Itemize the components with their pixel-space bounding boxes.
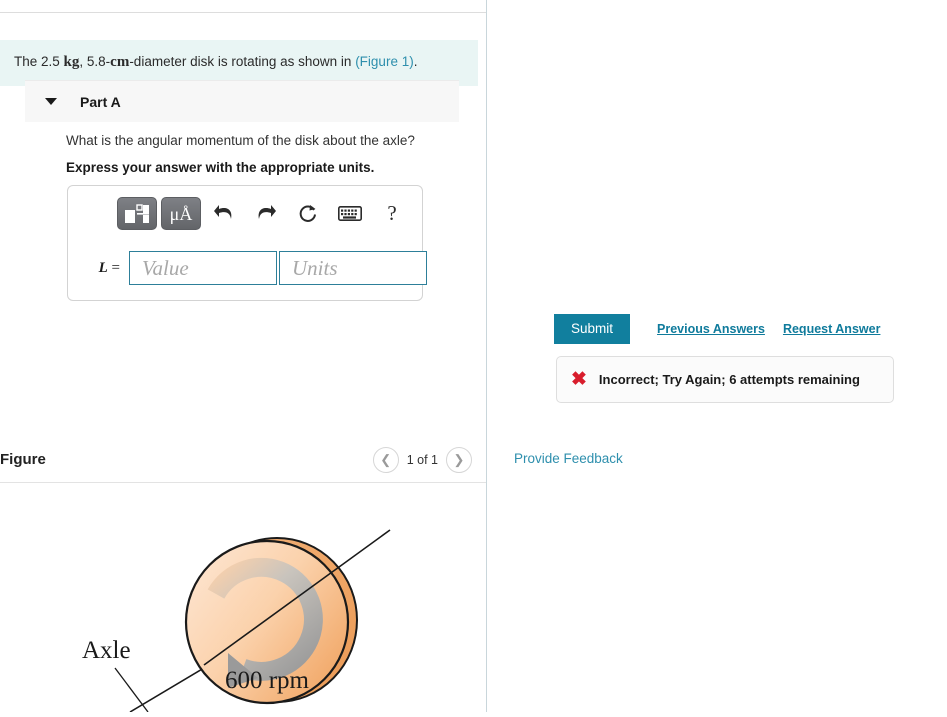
figure-next-button[interactable]: ❯ [446,447,472,473]
math-template-icon [125,203,149,223]
submit-row: Submit Previous Answers Request Answer [554,314,880,344]
chevron-left-icon: ❮ [380,452,392,467]
part-a-title: Part A [80,93,121,110]
statement-part-3: -diameter disk is rotating as shown in [129,54,352,69]
equals-sign: = [111,259,120,276]
figure-1-link[interactable]: (Figure 1) [355,54,414,69]
figure-header: Figure ❮ 1 of 1 ❯ [0,444,486,482]
value-placeholder: Value [142,255,189,280]
part-a-header[interactable]: Part A [25,80,459,122]
previous-answers-link[interactable]: Previous Answers [657,322,765,336]
rpm-label: 600 rpm [225,667,310,694]
disk-diagram-svg: 600 rpm Axle [82,529,391,713]
help-button[interactable]: ? [373,199,411,229]
figure-divider [0,482,486,483]
part-a-question: What is the angular momentum of the disk… [66,133,415,148]
undo-button[interactable] [205,199,243,229]
figure-prev-button[interactable]: ❮ [372,447,399,473]
figure-diagram: 600 rpm Axle [0,490,486,713]
units-input[interactable]: Units [279,251,427,285]
mass-unit: kg [63,54,80,70]
keyboard-button[interactable] [331,199,369,229]
problem-statement: The 2.5 kg, 5.8-cm-diameter disk is rota… [0,40,478,86]
micro-angstrom-icon: μÅ [169,203,193,224]
figure-title: Figure [0,451,46,468]
axle-label: Axle [82,637,131,664]
length-unit: cm [110,54,130,70]
top-divider [0,12,486,13]
redo-button[interactable] [247,199,285,229]
axle-leader-line [114,667,149,713]
help-question-icon: ? [387,201,397,225]
variable-label: L = [82,260,129,277]
provide-feedback-link[interactable]: Provide Feedback [514,451,623,466]
figure-page-label: 1 of 1 [406,453,438,467]
statement-part-2: , 5.8- [79,54,111,69]
redo-arrow-icon [258,204,276,219]
figure-pager: ❮ 1 of 1 ❯ [372,447,472,473]
reset-circle-icon [299,204,316,222]
submit-button[interactable]: Submit [554,314,631,344]
math-template-button[interactable] [117,197,157,230]
variable-name: L [98,259,108,276]
undo-arrow-icon [214,204,232,219]
reset-button[interactable] [289,199,327,229]
x-mark-icon: ✖ [571,369,587,390]
request-answer-link[interactable]: Request Answer [783,322,880,336]
keyboard-icon [338,206,362,221]
caret-down-icon[interactable] [45,98,57,105]
feedback-banner: ✖ Incorrect; Try Again; 6 attempts remai… [556,356,894,403]
statement-part-4: . [413,54,418,69]
value-input[interactable]: Value [129,251,277,285]
units-button[interactable]: μÅ [161,197,201,230]
statement-part-1: The 2.5 [14,54,60,69]
feedback-message: Incorrect; Try Again; 6 attempts remaini… [598,372,860,387]
units-placeholder: Units [292,255,338,280]
answer-input-row: L = Value Units [82,251,427,285]
chevron-right-icon: ❯ [453,452,465,467]
answer-entry-box: μÅ ? L = Value Units [67,185,427,301]
answer-toolbar: μÅ ? [117,197,411,230]
page-root: The 2.5 kg, 5.8-cm-diameter disk is rota… [0,0,947,713]
part-a-instruction: Express your answer with the appropriate… [66,160,375,175]
